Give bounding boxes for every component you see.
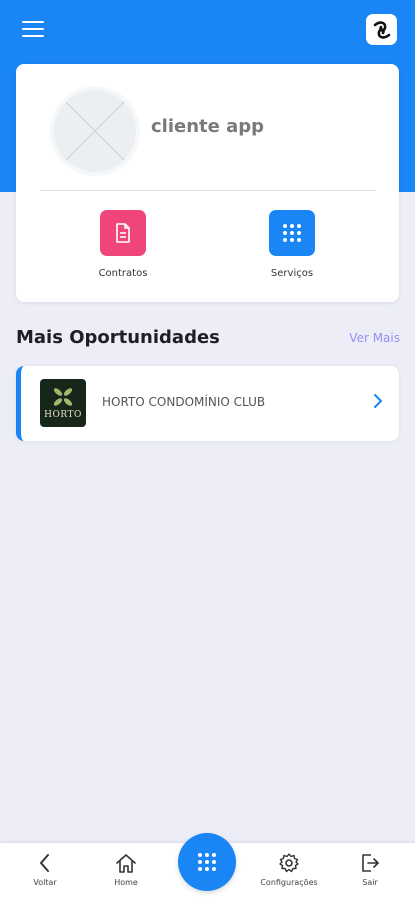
- app-logo-icon[interactable]: [366, 14, 397, 45]
- placeholder-avatar-icon[interactable]: [50, 86, 140, 176]
- nav-logout-label: Sair: [362, 878, 378, 887]
- logout-icon: [362, 854, 379, 872]
- nav-home-label: Home: [114, 878, 138, 887]
- nav-back[interactable]: Voltar: [10, 852, 80, 887]
- nav-logout[interactable]: Sair: [335, 852, 405, 887]
- leaf-icon: [53, 388, 73, 406]
- services-button[interactable]: Serviços: [242, 210, 342, 279]
- chevron-right-icon[interactable]: [373, 393, 383, 409]
- contracts-label: Contratos: [98, 268, 148, 279]
- grid-icon: [198, 853, 216, 871]
- grid-icon: [269, 210, 315, 256]
- opportunity-card[interactable]: HORTO HORTO CONDOMÍNIO CLUB: [16, 366, 399, 441]
- profile-card: cliente app Contratos Serviços: [16, 64, 399, 302]
- center-menu-button[interactable]: [178, 833, 236, 891]
- chevron-left-icon: [40, 854, 49, 872]
- nav-back-label: Voltar: [33, 878, 57, 887]
- see-more-link[interactable]: Ver Mais: [349, 331, 400, 345]
- horto-logo: HORTO: [40, 379, 86, 427]
- profile-name: cliente app: [151, 116, 265, 137]
- divider: [40, 190, 376, 191]
- nav-settings-label: Configurações: [260, 878, 318, 887]
- opportunity-name: HORTO CONDOMÍNIO CLUB: [102, 395, 266, 409]
- nav-home[interactable]: Home: [91, 852, 161, 887]
- horto-logo-text: HORTO: [44, 410, 82, 420]
- document-icon: [100, 210, 146, 256]
- home-icon: [116, 854, 136, 873]
- hamburger-menu-icon[interactable]: [22, 20, 44, 38]
- nav-settings[interactable]: Configurações: [254, 852, 324, 887]
- gear-icon: [279, 853, 299, 873]
- section-title: Mais Oportunidades: [16, 327, 220, 348]
- contracts-button[interactable]: Contratos: [73, 210, 173, 279]
- services-label: Serviços: [270, 268, 314, 279]
